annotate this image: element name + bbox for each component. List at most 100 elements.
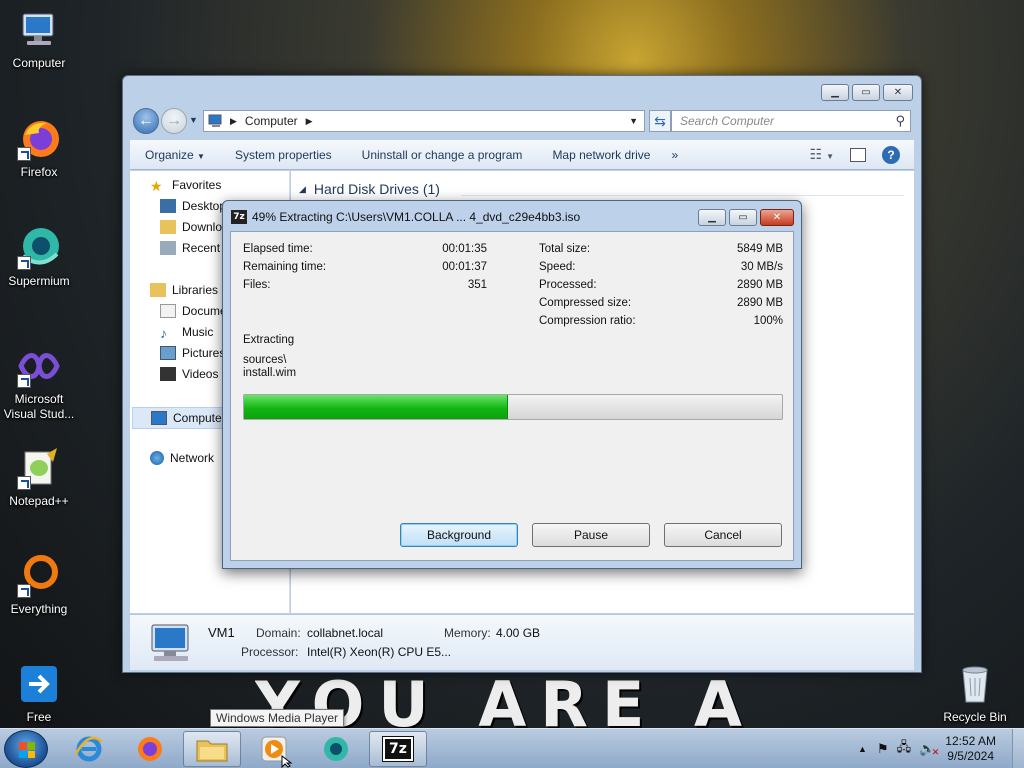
nav-music[interactable]: ♪ Music <box>160 325 213 341</box>
domain-value: collabnet.local <box>307 626 384 640</box>
uninstall-program-button[interactable]: Uninstall or change a program <box>347 148 538 162</box>
maximize-icon: ▭ <box>861 87 871 98</box>
maximize-button[interactable]: ▭ <box>852 84 880 101</box>
desktop-icon-free[interactable]: Free <box>0 662 78 724</box>
desktop-icon-supermium[interactable]: Supermium <box>0 226 78 288</box>
speed-label: Speed: <box>539 261 576 273</box>
sevenzip-progress-dialog[interactable]: 7z 49% Extracting C:\Users\VM1.COLLA ...… <box>222 200 802 569</box>
clock-date: 9/5/2024 <box>947 749 994 763</box>
desktop-icon-computer[interactable]: Computer <box>0 8 78 70</box>
firefox-icon <box>138 737 162 761</box>
computer-small-icon <box>151 411 167 425</box>
taskbar-supermium[interactable] <box>307 731 365 767</box>
clock-time: 12:52 AM <box>945 734 996 748</box>
network-icon <box>150 451 164 465</box>
desktop-icon-everything[interactable]: Everything <box>0 554 78 616</box>
clock[interactable]: 12:52 AM 9/5/2024 <box>945 734 996 764</box>
nav-network[interactable]: Network <box>150 451 214 465</box>
search-placeholder: Search Computer <box>680 114 775 128</box>
files-label: Files: <box>243 279 271 291</box>
hard-disk-drives-header[interactable]: ◢ Hard Disk Drives (1) <box>299 181 440 197</box>
progress-fill <box>244 395 508 419</box>
downloads-folder-icon <box>160 220 176 234</box>
map-network-drive-button[interactable]: Map network drive <box>537 148 665 162</box>
elapsed-time-value: 00:01:35 <box>442 243 487 255</box>
dialog-minimize-button[interactable]: ▁ <box>698 209 726 226</box>
nav-favorites[interactable]: ★ Favorites <box>150 178 221 194</box>
breadcrumb-computer[interactable]: Computer <box>245 114 298 128</box>
preview-pane-icon[interactable] <box>850 147 866 162</box>
desktop-icon-notepadpp[interactable]: Notepad++ <box>0 446 78 508</box>
notepadpp-icon <box>17 446 61 490</box>
computer-icon <box>17 8 61 52</box>
shortcut-arrow-icon <box>17 147 31 161</box>
address-bar[interactable]: ▶ Computer ▶ ▼ <box>203 110 645 132</box>
total-size-label: Total size: <box>539 243 591 255</box>
nav-videos[interactable]: Videos <box>160 367 218 381</box>
taskbar-explorer[interactable] <box>183 731 241 767</box>
nav-label: Desktop <box>182 199 227 213</box>
window-controls: ▁ ▭ ✕ <box>821 84 913 101</box>
dialog-title: 49% Extracting C:\Users\VM1.COLLA ... 4_… <box>252 210 581 224</box>
recycle-bin-icon <box>953 662 997 706</box>
free-icon <box>17 662 61 706</box>
minimize-button[interactable]: ▁ <box>821 84 849 101</box>
nav-pictures[interactable]: Pictures <box>160 346 225 360</box>
change-view-icon[interactable]: ☷ ▼ <box>810 146 834 163</box>
cancel-button[interactable]: Cancel <box>664 523 782 547</box>
network-tray-icon[interactable]: 🖧 <box>897 738 912 760</box>
background-button[interactable]: Background <box>400 523 518 547</box>
show-desktop-button[interactable] <box>1012 729 1024 768</box>
close-button[interactable]: ✕ <box>883 84 913 101</box>
shortcut-arrow-icon <box>17 374 31 388</box>
memory-label: Memory: <box>444 626 491 640</box>
desktop-icon-visual-studio[interactable]: Microsoft Visual Stud... <box>0 344 78 422</box>
search-input[interactable]: Search Computer ⚲ <box>671 110 911 132</box>
system-properties-button[interactable]: System properties <box>220 148 347 162</box>
compressed-size-value: 2890 MB <box>736 297 783 309</box>
more-commands-button[interactable]: » <box>665 148 684 162</box>
address-dropdown-icon[interactable]: ▼ <box>629 116 638 126</box>
organize-button[interactable]: Organize ▼ <box>130 148 220 162</box>
show-hidden-icons-button[interactable]: ▲ <box>858 744 867 754</box>
star-icon: ★ <box>150 178 163 194</box>
start-button[interactable] <box>4 730 48 768</box>
internet-explorer-icon <box>74 736 103 762</box>
back-button[interactable]: ← <box>133 108 159 134</box>
shortcut-arrow-icon <box>17 256 31 270</box>
taskbar-firefox[interactable] <box>121 731 179 767</box>
current-path-line2: install.wim <box>243 367 297 379</box>
remaining-time-value: 00:01:37 <box>442 261 487 273</box>
nav-desktop[interactable]: Desktop <box>160 199 226 213</box>
taskbar-sevenzip[interactable]: 7z <box>369 731 427 767</box>
taskbar-internet-explorer[interactable] <box>60 731 118 767</box>
nav-label: Libraries <box>172 283 219 297</box>
dialog-maximize-button[interactable]: ▭ <box>729 209 757 226</box>
desktop-icon-label: Recycle Bin <box>943 710 1007 724</box>
windows-logo-icon <box>19 742 35 758</box>
action-center-flag-icon[interactable]: ⚑ <box>877 741 889 757</box>
pictures-icon <box>160 346 176 360</box>
shortcut-arrow-icon <box>17 476 31 490</box>
desktop-icon-recycle-bin[interactable]: Recycle Bin <box>936 662 1014 724</box>
volume-muted-icon[interactable]: 🔈 ✕ <box>919 741 939 757</box>
forward-button[interactable]: → <box>161 108 187 134</box>
current-action-label: Extracting <box>243 334 295 346</box>
address-row: ← → ▼ ▶ Computer ▶ ▼ ⇆ Search Computer ⚲ <box>131 108 913 134</box>
files-value: 351 <box>467 279 487 291</box>
search-icon[interactable]: ⚲ <box>895 113 905 129</box>
remaining-time-label: Remaining time: <box>243 261 327 273</box>
help-icon[interactable]: ? <box>882 145 900 164</box>
minimize-icon: ▁ <box>708 212 716 223</box>
taskbar-windows-media-player[interactable] <box>245 731 303 767</box>
dialog-close-button[interactable]: ✕ <box>760 209 794 226</box>
pause-button[interactable]: Pause <box>532 523 650 547</box>
desktop-icon-firefox[interactable]: Firefox <box>0 117 78 179</box>
refresh-icon: ⇆ <box>654 112 666 129</box>
nav-libraries[interactable]: Libraries <box>150 283 218 297</box>
recent-pages-chevron-icon[interactable]: ▼ <box>189 115 198 125</box>
refresh-button[interactable]: ⇆ <box>649 110 671 132</box>
dropdown-arrow-icon: ▼ <box>197 151 205 161</box>
visual-studio-icon <box>17 344 61 388</box>
dialog-window-controls: ▁ ▭ ✕ <box>698 209 794 226</box>
